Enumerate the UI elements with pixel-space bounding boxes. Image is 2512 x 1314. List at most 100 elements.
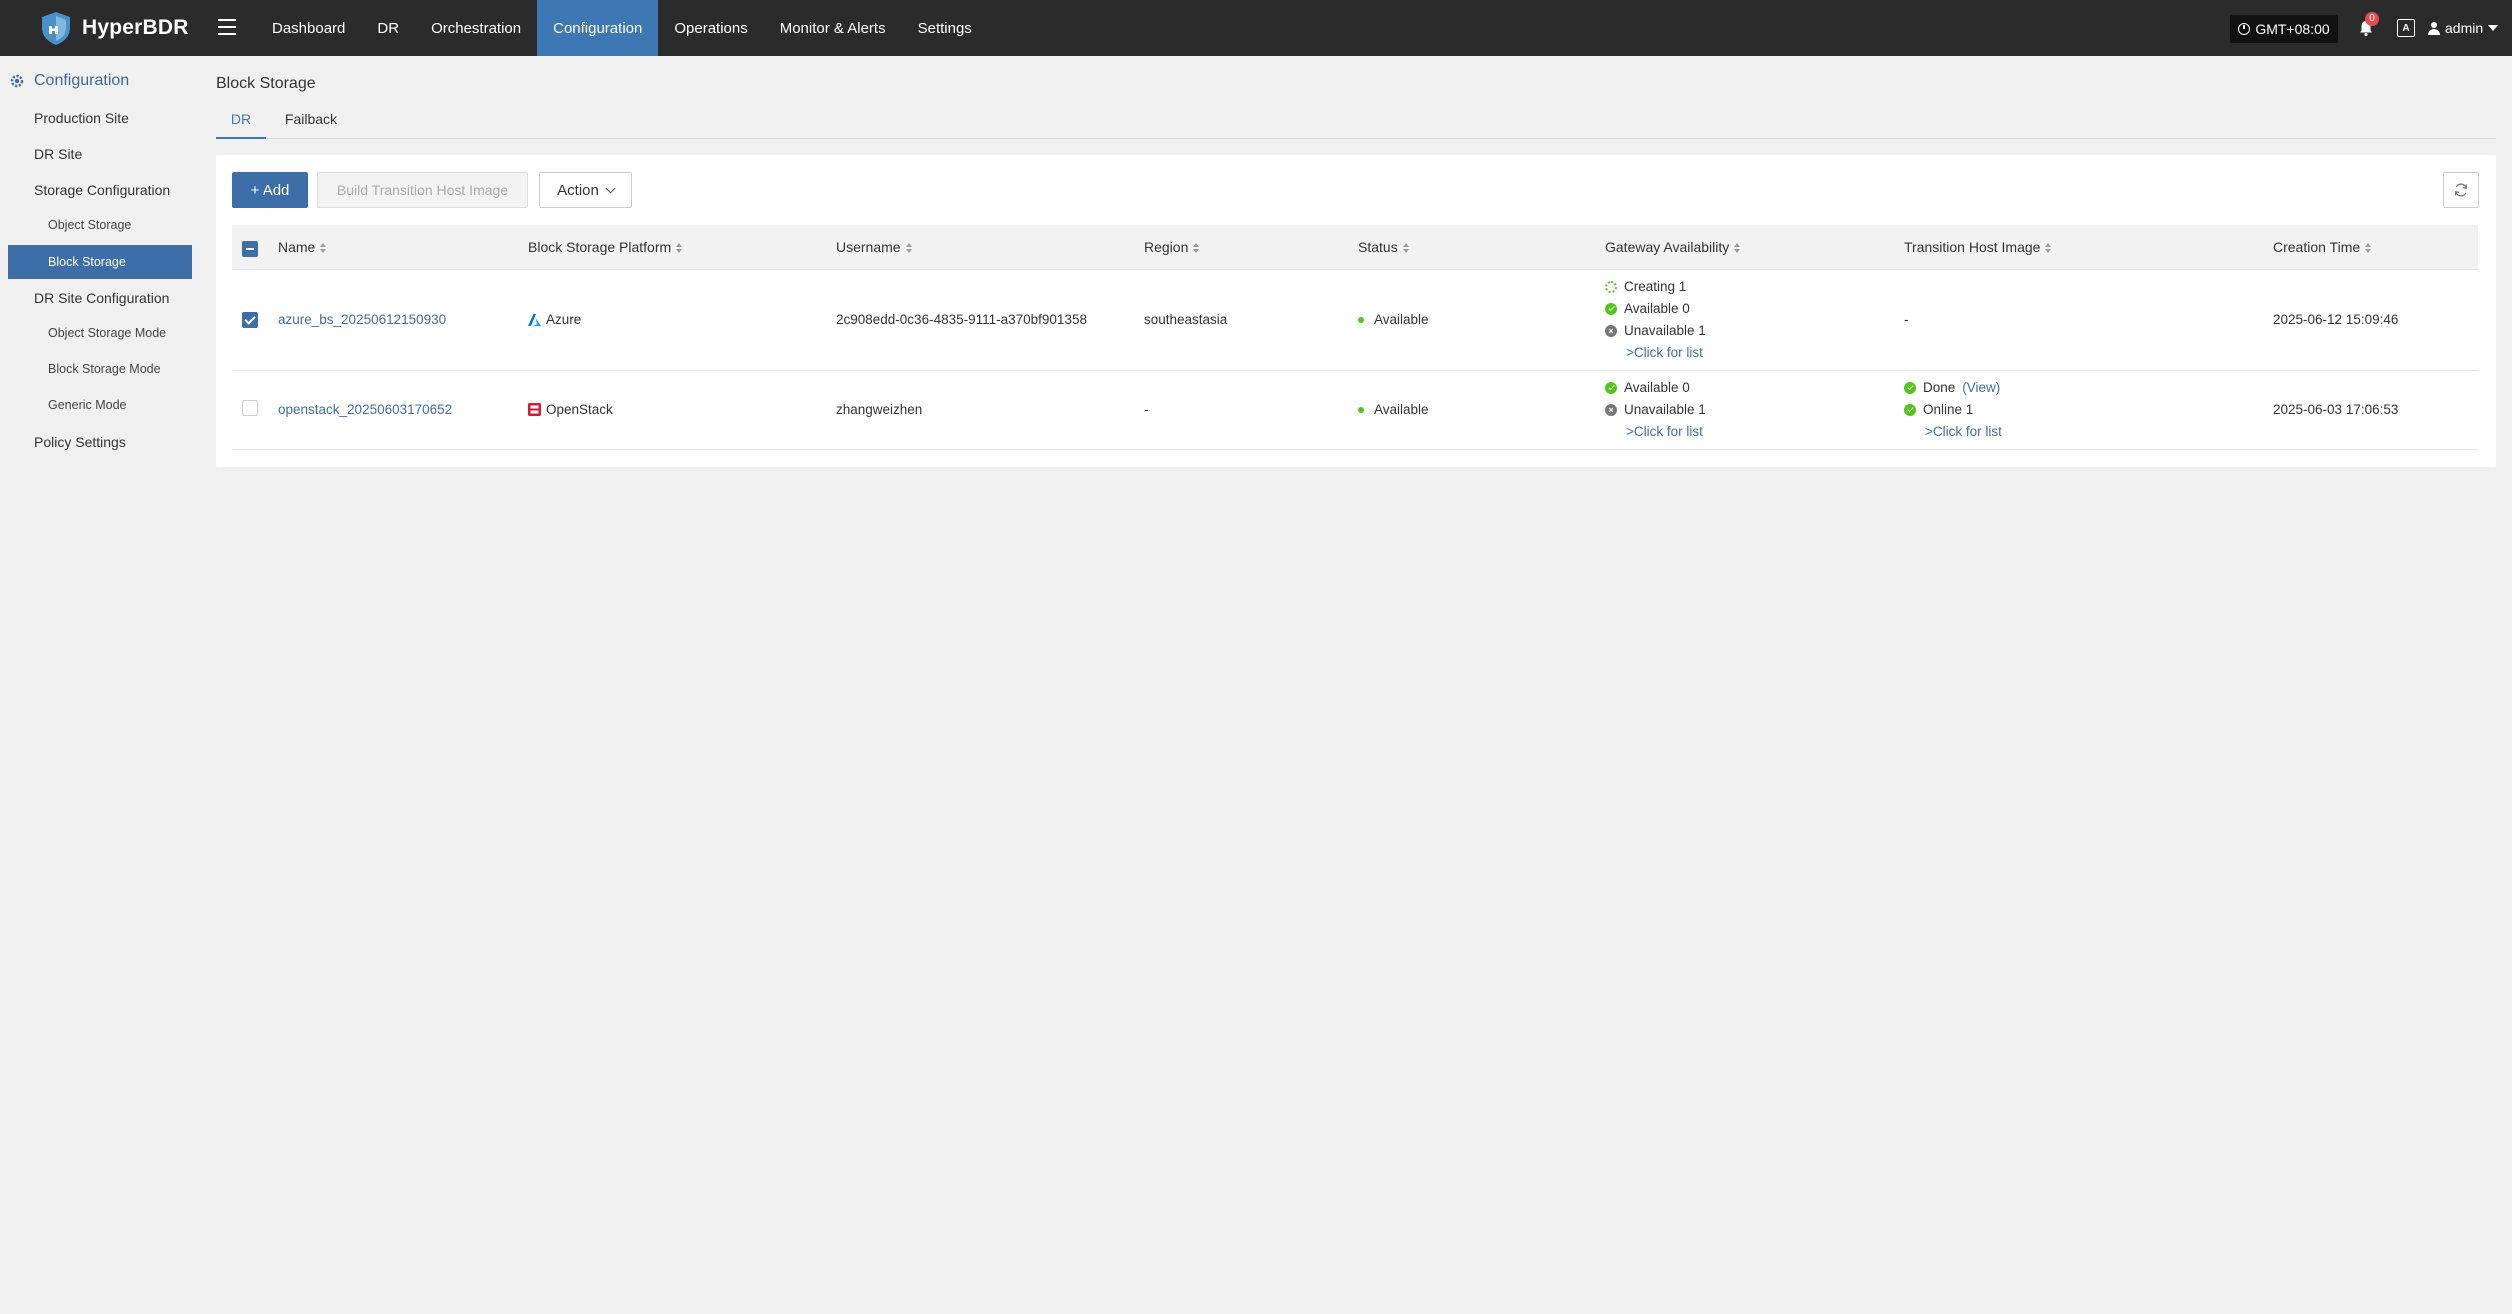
sidebar-item-policy-settings[interactable]: Policy Settings bbox=[34, 434, 126, 450]
add-button[interactable]: + Add bbox=[232, 172, 308, 208]
x-circle-icon: × bbox=[1605, 403, 1617, 416]
sort-icon[interactable] bbox=[320, 243, 327, 254]
column-header-gateway-availability[interactable]: Gateway Availability bbox=[1595, 225, 1894, 270]
shield-logo-icon bbox=[42, 12, 70, 45]
app-logo[interactable]: HyperBDR bbox=[38, 11, 189, 45]
gateway-unavailable: Unavailable 1 bbox=[1624, 401, 1706, 417]
check-circle-icon bbox=[1605, 302, 1617, 315]
translate-icon-label: A bbox=[2402, 22, 2410, 34]
app-name: HyperBDR bbox=[82, 16, 189, 39]
sidebar-item-block-storage-mode[interactable]: Block Storage Mode bbox=[48, 362, 161, 376]
sidebar-item-generic-mode[interactable]: Generic Mode bbox=[48, 398, 127, 412]
main-nav: Dashboard DR Orchestration Configuration… bbox=[256, 0, 988, 56]
column-header-region[interactable]: Region bbox=[1134, 225, 1348, 270]
tab-failback[interactable]: Failback bbox=[276, 111, 346, 139]
sort-icon[interactable] bbox=[905, 243, 913, 254]
column-header-creation-time[interactable]: Creation Time bbox=[2263, 225, 2478, 270]
column-header-transition-host-image[interactable]: Transition Host Image bbox=[1894, 225, 2263, 270]
table-row[interactable]: openstack_20250603170652 OpenStack zhang… bbox=[232, 370, 2478, 450]
nav-configuration[interactable]: Configuration bbox=[537, 0, 659, 56]
column-header-username[interactable]: Username bbox=[826, 225, 1134, 270]
user-icon bbox=[2428, 21, 2440, 35]
gear-icon bbox=[10, 74, 24, 88]
username-cell: zhangweizhen bbox=[826, 370, 1134, 450]
transition-view-link[interactable]: (View) bbox=[1962, 377, 2000, 399]
transition-host-image-cell: - bbox=[1894, 269, 2263, 371]
sidebar-item-object-storage[interactable]: Object Storage bbox=[48, 218, 131, 232]
platform-cell: Azure bbox=[528, 312, 826, 327]
column-header-region-label: Region bbox=[1144, 238, 1189, 255]
status-label: Available bbox=[1374, 312, 1429, 327]
sidebar-item-production-site[interactable]: Production Site bbox=[34, 110, 129, 126]
sort-icon[interactable] bbox=[1193, 243, 1200, 254]
gateway-click-for-list-link[interactable]: >Click for list bbox=[1605, 342, 1894, 364]
sidebar-title: Configuration bbox=[8, 72, 129, 90]
nav-orchestration[interactable]: Orchestration bbox=[415, 0, 537, 56]
build-transition-host-image-button[interactable]: Build Transition Host Image bbox=[317, 172, 528, 208]
translate-icon[interactable]: A bbox=[2397, 19, 2415, 37]
tab-dr[interactable]: DR bbox=[216, 111, 266, 139]
nav-dr[interactable]: DR bbox=[361, 0, 415, 56]
gateway-click-for-list-link[interactable]: >Click for list bbox=[1605, 421, 1894, 443]
check-circle-icon bbox=[1904, 381, 1916, 394]
column-header-creation-time-label: Creation Time bbox=[2273, 238, 2361, 255]
timezone-label: GMT+08:00 bbox=[2255, 21, 2330, 37]
sort-icon[interactable] bbox=[1734, 243, 1741, 254]
sort-icon[interactable] bbox=[2365, 243, 2372, 254]
block-storage-table: Name Block Storage Platform Username Reg… bbox=[232, 225, 2478, 450]
column-header-name[interactable]: Name bbox=[268, 225, 518, 270]
user-menu[interactable]: admin bbox=[2428, 17, 2499, 39]
platform-cell: OpenStack bbox=[528, 402, 826, 417]
row-checkbox[interactable] bbox=[242, 311, 258, 328]
gateway-creating: Creating 1 bbox=[1624, 278, 1687, 294]
sort-icon[interactable] bbox=[1402, 243, 1410, 254]
nav-monitor-alerts[interactable]: Monitor & Alerts bbox=[764, 0, 902, 56]
table-header-row: Name Block Storage Platform Username Reg… bbox=[232, 225, 2478, 270]
column-header-status[interactable]: Status bbox=[1348, 225, 1595, 270]
x-circle-icon: × bbox=[1605, 324, 1617, 337]
top-navbar: HyperBDR Dashboard DR Orchestration Conf… bbox=[0, 0, 2512, 56]
nav-operations[interactable]: Operations bbox=[658, 0, 763, 56]
refresh-button[interactable] bbox=[2443, 172, 2479, 208]
azure-icon bbox=[528, 313, 541, 326]
timezone-display[interactable]: GMT+08:00 bbox=[2230, 15, 2338, 43]
sort-icon[interactable] bbox=[676, 243, 683, 254]
region-cell: - bbox=[1134, 370, 1348, 450]
column-header-name-label: Name bbox=[278, 238, 316, 255]
status-dot-icon bbox=[1358, 407, 1364, 414]
column-header-status-label: Status bbox=[1358, 238, 1398, 255]
sidebar-item-dr-site-configuration[interactable]: DR Site Configuration bbox=[34, 290, 169, 306]
transition-done: Done bbox=[1923, 379, 1956, 395]
column-header-transition-host-image-label: Transition Host Image bbox=[1904, 238, 2041, 255]
column-header-username-label: Username bbox=[836, 238, 901, 255]
storage-name-link[interactable]: azure_bs_20250612150930 bbox=[278, 312, 446, 327]
tab-bar: DR Failback bbox=[216, 111, 2496, 139]
creation-time-cell: 2025-06-12 15:09:46 bbox=[2263, 269, 2478, 371]
check-circle-icon bbox=[1605, 381, 1617, 394]
gateway-available: Available 0 bbox=[1624, 379, 1690, 395]
sidebar-item-object-storage-mode[interactable]: Object Storage Mode bbox=[48, 326, 166, 340]
menu-icon[interactable] bbox=[218, 14, 240, 40]
transition-online: Online 1 bbox=[1923, 401, 1974, 417]
sidebar-item-block-storage[interactable]: Block Storage bbox=[8, 245, 192, 279]
status-dot-icon bbox=[1358, 317, 1364, 324]
action-dropdown-label: Action bbox=[557, 181, 599, 199]
refresh-icon bbox=[2454, 183, 2468, 197]
storage-name-link[interactable]: openstack_20250603170652 bbox=[278, 402, 452, 417]
sort-icon[interactable] bbox=[2045, 243, 2052, 254]
select-all-checkbox[interactable] bbox=[242, 240, 258, 257]
action-dropdown[interactable]: Action bbox=[539, 172, 632, 208]
sidebar-item-storage-configuration[interactable]: Storage Configuration bbox=[34, 182, 170, 198]
table-row[interactable]: azure_bs_20250612150930 Azure 2c908edd-0… bbox=[232, 269, 2478, 371]
column-header-platform[interactable]: Block Storage Platform bbox=[518, 225, 826, 270]
chevron-down-icon bbox=[605, 183, 616, 193]
gateway-unavailable: Unavailable 1 bbox=[1624, 322, 1706, 338]
sidebar-title-label: Configuration bbox=[34, 72, 130, 89]
nav-settings[interactable]: Settings bbox=[902, 0, 988, 56]
nav-dashboard[interactable]: Dashboard bbox=[256, 0, 361, 56]
gateway-available: Available 0 bbox=[1624, 300, 1690, 316]
row-checkbox[interactable] bbox=[242, 400, 258, 416]
transition-click-for-list-link[interactable]: >Click for list bbox=[1904, 421, 2263, 443]
platform-label: Azure bbox=[546, 312, 582, 327]
sidebar-item-dr-site[interactable]: DR Site bbox=[34, 146, 82, 162]
